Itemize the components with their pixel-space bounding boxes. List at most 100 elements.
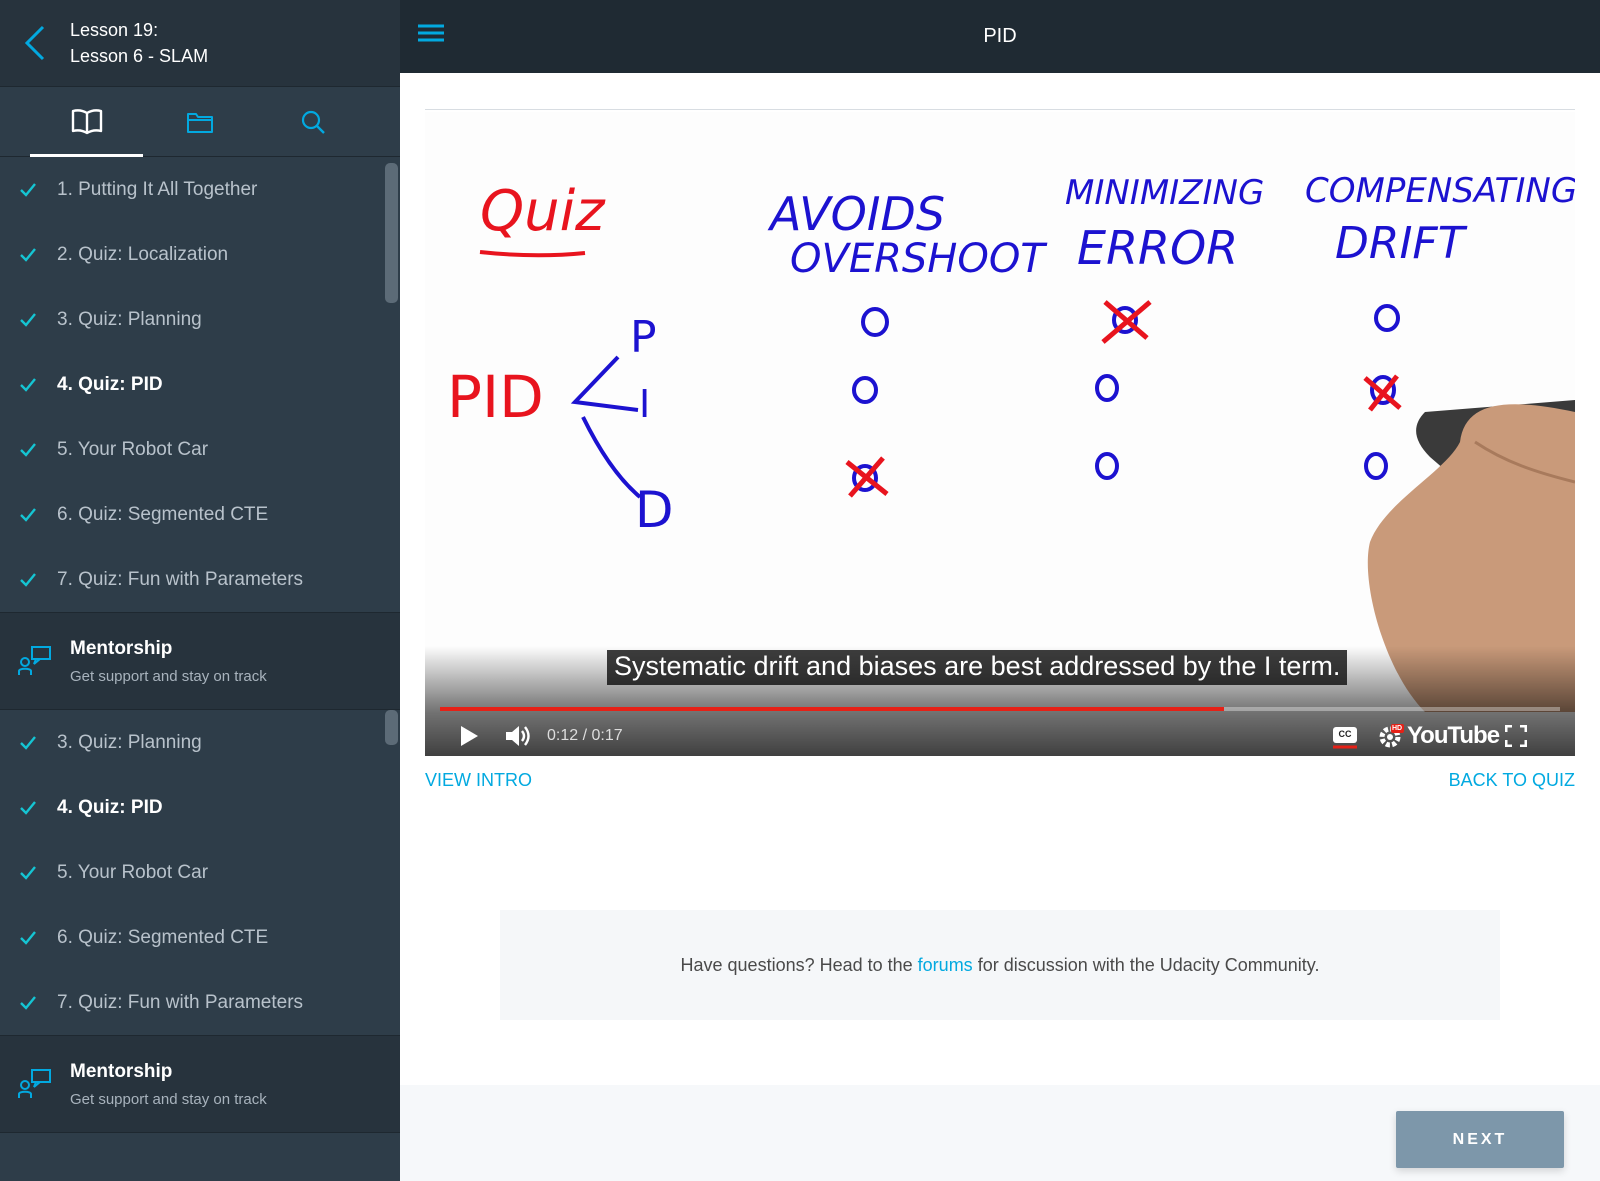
whiteboard-col1-line2: OVERSHOOT [790,236,1048,282]
divider [425,109,1575,110]
video-caption: Systematic drift and biases are best add… [607,650,1348,685]
hamburger-icon [418,24,444,42]
concept-item[interactable]: 7. Quiz: Fun with Parameters [0,970,400,1035]
whiteboard-term-p: P [630,312,657,363]
book-icon [71,109,102,135]
concept-label: 3. Quiz: Planning [57,731,202,753]
forum-text-before: Have questions? Head to the [680,954,913,975]
lesson-title: Lesson 19: Lesson 6 - SLAM [70,17,208,69]
video-time: 0:12 / 0:17 [547,727,623,744]
concept-item[interactable]: 5. Your Robot Car [0,840,400,905]
check-icon [18,863,38,883]
concept-item[interactable]: 6. Quiz: Segmented CTE [0,905,400,970]
concept-item-current[interactable]: 4. Quiz: PID [0,352,400,417]
check-icon [18,375,38,395]
check-icon [18,798,38,818]
concept-label: 7. Quiz: Fun with Parameters [57,991,304,1013]
concept-item[interactable]: 6. Quiz: Segmented CTE [0,482,400,547]
concept-item[interactable]: 7. Quiz: Fun with Parameters [0,547,400,612]
whiteboard-col2-line1: MINIMIZING [1065,173,1264,213]
volume-icon [506,726,530,746]
chevron-left-icon [24,25,45,61]
concept-label: 7. Quiz: Fun with Parameters [57,568,304,590]
concept-label: 1. Putting It All Together [57,178,258,200]
sidebar-scrollbar[interactable] [385,710,398,745]
concept-label: 4. Quiz: PID [57,373,163,395]
fullscreen-icon [1505,725,1527,747]
concept-item[interactable]: 3. Quiz: Planning [0,287,400,352]
back-to-quiz-link[interactable]: BACK TO QUIZ [1449,770,1575,791]
mentorship-subtitle: Get support and stay on track [70,667,267,685]
lesson-number: Lesson 19: [70,20,159,40]
concept-item[interactable]: 3. Quiz: Planning [0,710,400,775]
whiteboard-col2-line2: ERROR [1077,221,1238,275]
volume-button[interactable] [503,716,533,756]
forum-text-after: for discussion with the Udacity Communit… [977,954,1320,975]
menu-button[interactable] [416,18,446,48]
forums-link[interactable]: forums [918,955,973,976]
hd-badge: HD [1392,725,1403,732]
whiteboard-term-i: I [639,382,650,426]
concept-list-repeat: 3. Quiz: Planning 4. Quiz: PID 5. Your R… [0,710,400,1035]
sidebar-tabs [0,87,400,157]
mentor-chat-icon [0,1068,70,1100]
whiteboard-quiz: Quiz [480,179,606,244]
mentorship-link[interactable]: Mentorship Get support and stay on track [0,612,400,710]
page-title: PID [983,25,1017,47]
mentorship-subtitle: Get support and stay on track [70,1090,267,1108]
lesson-name: Lesson 6 - SLAM [70,46,209,66]
whiteboard-col3-line1: COMPENSATING [1305,171,1575,211]
tab-search[interactable] [256,87,369,157]
concept-label: 6. Quiz: Segmented CTE [57,503,269,525]
sidebar-scrollbar[interactable] [385,163,398,303]
check-icon [18,993,38,1013]
whiteboard-col1-line1: AVOIDS [767,187,945,241]
youtube-logo[interactable]: YouTube [1407,716,1500,756]
check-icon [18,505,38,525]
back-button[interactable] [0,0,70,87]
video-player[interactable]: Quiz PID P I D AVOIDS OVERSHOOT MINIMIZI… [425,112,1575,756]
check-icon [18,928,38,948]
footer: NEXT [400,1085,1600,1181]
top-bar: PID [400,0,1600,73]
concept-item[interactable]: 1. Putting It All Together [0,157,400,222]
concept-item[interactable]: 2. Quiz: Localization [0,222,400,287]
video-progress-bar[interactable] [440,707,1560,711]
settings-button[interactable]: HD [1375,716,1407,756]
check-icon [18,733,38,753]
view-intro-link[interactable]: VIEW INTRO [425,770,532,791]
concept-label: 5. Your Robot Car [57,861,209,883]
fullscreen-button[interactable] [1501,716,1531,756]
concept-list: 1. Putting It All Together 2. Quiz: Loca… [0,157,400,612]
mentorship-title: Mentorship [70,637,173,659]
folder-icon [186,113,213,133]
mentor-chat-icon [0,645,70,677]
mentorship-title: Mentorship [70,1060,173,1082]
concept-item-current[interactable]: 4. Quiz: PID [0,775,400,840]
tab-concepts[interactable] [30,87,143,157]
whiteboard-term-d: D [635,481,674,539]
play-icon [461,726,478,746]
whiteboard-pid: PID [447,363,544,431]
check-icon [18,570,38,590]
next-button[interactable]: NEXT [1396,1111,1564,1168]
lesson-header: Lesson 19: Lesson 6 - SLAM [0,0,400,87]
forum-notice: Have questions? Head to the forums for d… [500,910,1500,1020]
concept-label: 6. Quiz: Segmented CTE [57,926,269,948]
cc-label: CC [1338,729,1352,739]
concept-label: 5. Your Robot Car [57,438,209,460]
concept-label: 4. Quiz: PID [57,796,163,818]
concept-label: 3. Quiz: Planning [57,308,202,330]
check-icon [18,245,38,265]
main-content: PID Quiz PID P I D AVOIDS OVERSHOOT MINI… [400,0,1600,1181]
concept-label: 2. Quiz: Localization [57,243,229,265]
play-button[interactable] [455,716,483,756]
tab-resources[interactable] [143,87,256,157]
captions-button[interactable]: CC [1330,716,1360,756]
video-progress-fill [440,707,1224,711]
mentorship-link[interactable]: Mentorship Get support and stay on track [0,1035,400,1133]
check-icon [18,180,38,200]
concept-item[interactable]: 5. Your Robot Car [0,417,400,482]
whiteboard-col3-line2: DRIFT [1335,218,1468,269]
search-icon [301,110,325,134]
